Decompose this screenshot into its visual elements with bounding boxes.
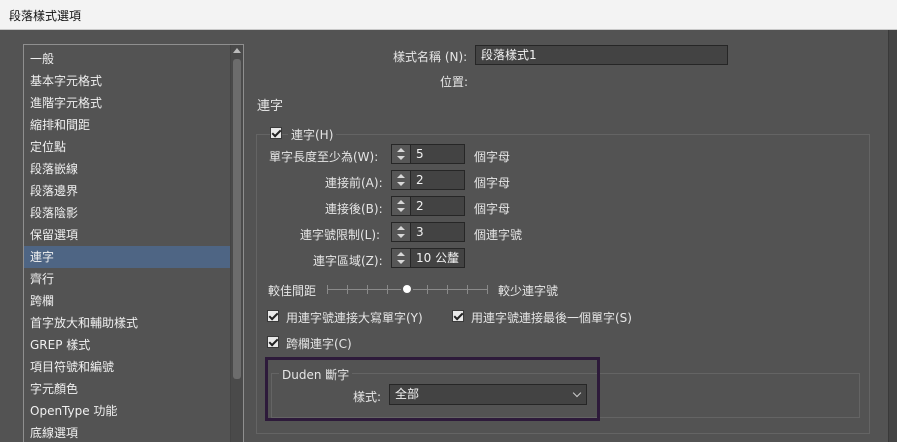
sidebar-item-basic-char[interactable]: 基本字元格式 (24, 70, 232, 92)
spin-down-icon[interactable] (397, 156, 405, 160)
before-last-unit: 個字母 (474, 202, 511, 216)
hyphenation-checkbox-label: 連字(H) (288, 126, 337, 143)
spin-up-icon[interactable] (397, 200, 405, 204)
sidebar-item-underline[interactable]: 底線選項 (24, 422, 232, 442)
min-word-length-unit: 個字母 (474, 150, 511, 164)
sidebar-item-hyphenation[interactable]: 連字 (24, 246, 232, 268)
spin-down-icon[interactable] (397, 182, 405, 186)
hyphenation-zone-label: 連字區域(Z): (313, 254, 383, 268)
slider-tick (467, 285, 468, 294)
slider-tick (447, 285, 448, 294)
category-list[interactable]: 一般 基本字元格式 進階字元格式 縮排和間距 定位點 段落嵌線 段落邊界 段落陰… (23, 44, 244, 442)
capitalized-words-label: 用連字號連接大寫單字(Y) (286, 311, 423, 325)
spin-up-icon[interactable] (397, 174, 405, 178)
last-word-label: 用連字號連接最後一個單字(S) (471, 311, 632, 325)
spin-up-icon[interactable] (397, 226, 405, 230)
location-label: 位置: (440, 75, 469, 89)
hyphenation-zone-input[interactable]: 10 公釐 (410, 248, 465, 268)
title-bar: 段落樣式選項 (0, 0, 897, 30)
sidebar-item-opentype[interactable]: OpenType 功能 (24, 400, 232, 422)
capitalized-words-checkbox[interactable] (267, 310, 279, 322)
sidebar-item-char-color[interactable]: 字元顏色 (24, 378, 232, 400)
hyphen-limit-stepper[interactable] (391, 222, 411, 242)
slider-left-label: 較佳間距 (268, 284, 317, 298)
across-columns-checkbox[interactable] (267, 336, 279, 348)
scroll-up-arrow-icon[interactable] (233, 48, 241, 53)
sidebar-item-rules[interactable]: 段落嵌線 (24, 158, 232, 180)
across-columns-label: 跨欄連字(C) (286, 337, 352, 351)
annotation-highlight-box (265, 357, 600, 421)
sidebar-item-span-columns[interactable]: 跨欄 (24, 290, 232, 312)
slider-tick (367, 285, 368, 294)
before-last-input[interactable]: 2 (410, 196, 465, 216)
window-title: 段落樣式選項 (9, 9, 82, 23)
slider-tick (347, 285, 348, 294)
sidebar-item-justification[interactable]: 齊行 (24, 268, 232, 290)
sidebar-item-shading[interactable]: 段落陰影 (24, 202, 232, 224)
after-first-stepper[interactable] (391, 170, 411, 190)
slider-tick (387, 285, 388, 294)
after-first-input[interactable]: 2 (410, 170, 465, 190)
min-word-length-input[interactable]: 5 (410, 144, 465, 164)
sidebar-item-keep-options[interactable]: 保留選項 (24, 224, 232, 246)
sidebar-item-border[interactable]: 段落邊界 (24, 180, 232, 202)
after-first-label: 連接前(A): (325, 176, 383, 190)
spin-up-icon[interactable] (397, 148, 405, 152)
sidebar-item-drop-caps[interactable]: 首字放大和輔助樣式 (24, 312, 232, 334)
before-last-label: 連接後(B): (325, 202, 383, 216)
sidebar-item-tabs[interactable]: 定位點 (24, 136, 232, 158)
sidebar-item-general[interactable]: 一般 (24, 48, 232, 70)
slider-tick (327, 285, 328, 294)
window-frame-right (888, 30, 897, 442)
spacing-slider-knob[interactable] (401, 283, 413, 295)
hyphen-limit-unit: 個連字號 (474, 228, 523, 242)
spin-down-icon[interactable] (397, 208, 405, 212)
style-name-label: 樣式名稱 (N): (393, 50, 468, 64)
sidebar-scrollbar[interactable] (230, 45, 243, 442)
slider-tick (427, 285, 428, 294)
style-name-input[interactable]: 段落樣式1 (475, 45, 728, 65)
sidebar-item-indents[interactable]: 縮排和間距 (24, 114, 232, 136)
sidebar-item-bullets[interactable]: 項目符號和編號 (24, 356, 232, 378)
hyphenation-checkbox[interactable] (270, 127, 282, 139)
hyphen-limit-input[interactable]: 3 (410, 222, 465, 242)
slider-tick (487, 285, 488, 294)
min-word-length-stepper[interactable] (391, 144, 411, 164)
spin-up-icon[interactable] (397, 252, 405, 256)
last-word-checkbox[interactable] (452, 310, 464, 322)
sidebar-item-grep[interactable]: GREP 樣式 (24, 334, 232, 356)
section-title: 連字 (257, 99, 284, 114)
min-word-length-label: 單字長度至少為(W): (269, 150, 379, 164)
before-last-stepper[interactable] (391, 196, 411, 216)
spin-down-icon[interactable] (397, 234, 405, 238)
hyphenation-zone-stepper[interactable] (391, 248, 411, 268)
slider-right-label: 較少連字號 (498, 284, 559, 298)
after-first-unit: 個字母 (474, 176, 511, 190)
hyphen-limit-label: 連字號限制(L): (300, 228, 381, 242)
spin-down-icon[interactable] (397, 260, 405, 264)
sidebar-item-advanced-char[interactable]: 進階字元格式 (24, 92, 232, 114)
scroll-thumb[interactable] (233, 59, 241, 379)
